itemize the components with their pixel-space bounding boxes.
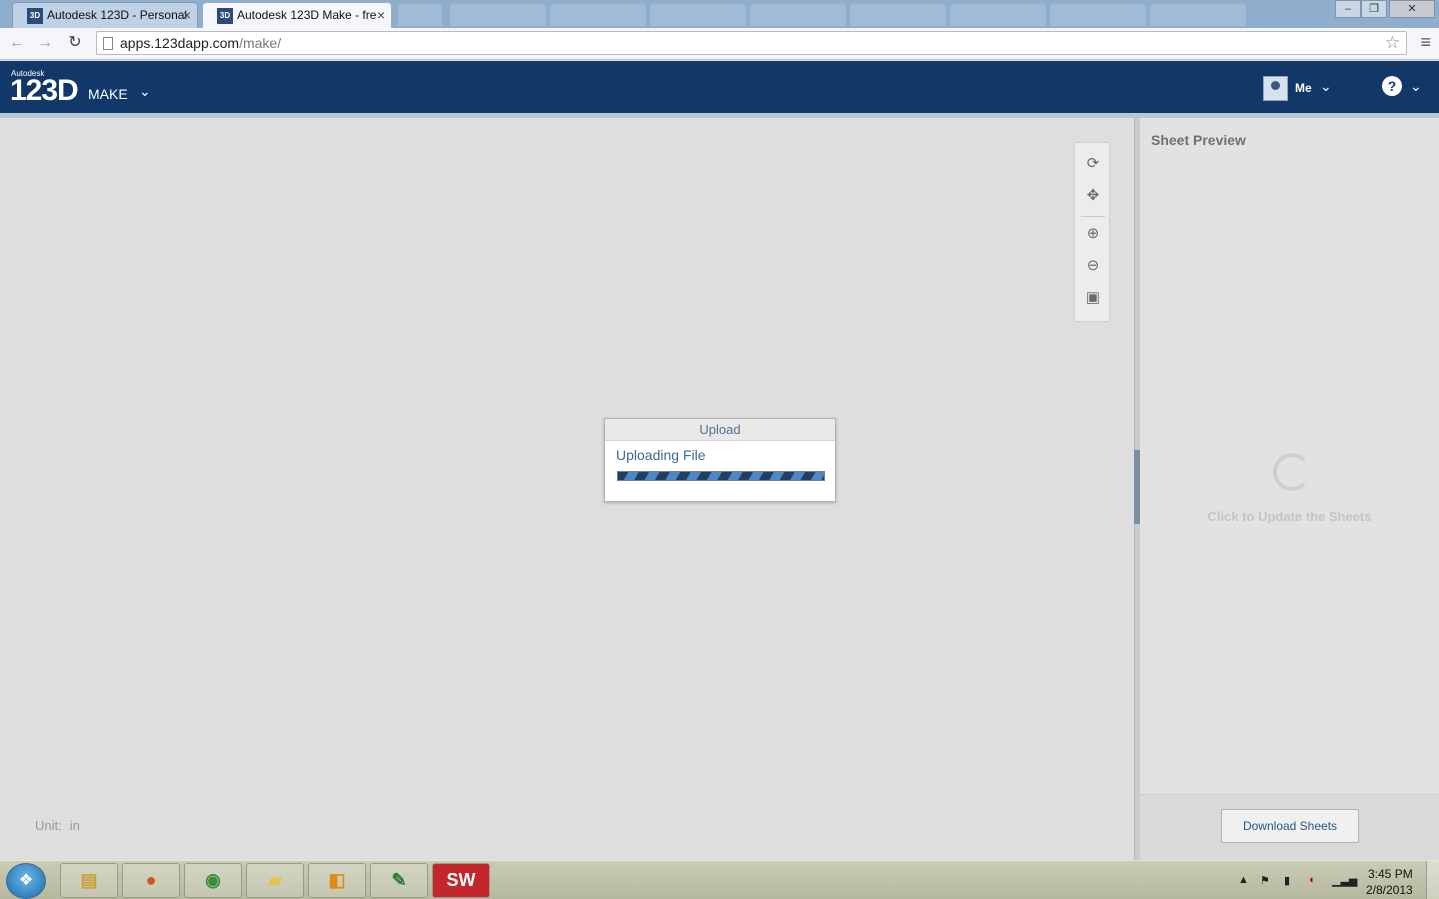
product-menu-chevron-icon[interactable]: ⌄ xyxy=(139,83,151,100)
new-tab-button[interactable] xyxy=(398,4,442,26)
browser-toolbar: ← → ↻ apps.123dapp.com/make/ ☆ ≡ xyxy=(0,28,1439,60)
network-signal-icon[interactable]: ▁▃▅ xyxy=(1332,874,1357,887)
background-tab[interactable] xyxy=(450,4,546,26)
browser-menu-icon[interactable]: ≡ xyxy=(1420,32,1431,53)
tab-autodesk-personal[interactable]: 3D Autodesk 123D - Personal × xyxy=(12,2,198,28)
zoom-in-icon[interactable]: ⊕ xyxy=(1082,223,1104,245)
upload-status-text: Uploading File xyxy=(616,447,706,463)
bookmark-star-icon[interactable]: ☆ xyxy=(1385,33,1400,53)
orbit-icon[interactable]: ⟳ xyxy=(1082,153,1104,175)
background-tab[interactable] xyxy=(850,4,946,26)
user-avatar[interactable] xyxy=(1263,76,1288,101)
sheet-panel-footer: Download Sheets xyxy=(1140,794,1439,860)
volume-muted-icon[interactable]: ◖ xyxy=(1308,874,1315,886)
minimize-window-icon[interactable]: – xyxy=(1335,0,1361,18)
model-canvas[interactable]: ⟳ ✥ ⊕ ⊖ ▣ Upload Uploading File Unit: in xyxy=(0,118,1134,860)
tab-autodesk-make[interactable]: 3D Autodesk 123D Make - fre × xyxy=(202,2,392,28)
show-desktop-button[interactable] xyxy=(1426,861,1439,899)
forward-arrow-icon[interactable]: → xyxy=(34,32,56,54)
windows-taskbar: ❖ ▤ ● ◉ ▰ ◧ ✎ SW ▲ ⚑ ▮ ◖ ▁▃▅ 3:45 PM 2/8… xyxy=(0,860,1439,899)
background-tab[interactable] xyxy=(950,4,1046,26)
brand-123d-logo[interactable]: 123D xyxy=(10,74,79,108)
dialog-title: Upload xyxy=(605,419,835,441)
sheet-preview-panel: Sheet Preview Click to Update the Sheets xyxy=(1140,118,1439,794)
unit-indicator: Unit: in xyxy=(35,818,80,833)
url-text: apps.123dapp.com/make/ xyxy=(120,35,282,51)
toolbar-divider xyxy=(1081,216,1105,217)
page-icon xyxy=(103,37,113,50)
clock-time[interactable]: 3:45 PM xyxy=(1368,867,1413,881)
background-tab[interactable] xyxy=(1150,4,1246,26)
action-center-flag-icon[interactable]: ⚑ xyxy=(1260,874,1270,887)
tray-expand-icon[interactable]: ▲ xyxy=(1238,874,1249,886)
clock-date[interactable]: 2/8/2013 xyxy=(1366,883,1413,897)
back-arrow-icon[interactable]: ← xyxy=(6,32,28,54)
unit-label: Unit: xyxy=(35,818,62,833)
background-tab[interactable] xyxy=(650,4,746,26)
folder-icon[interactable]: ▰ xyxy=(246,863,304,898)
url-input[interactable]: apps.123dapp.com/make/ ☆ xyxy=(96,31,1407,55)
refresh-icon[interactable] xyxy=(1273,453,1311,491)
sheet-preview-title: Sheet Preview xyxy=(1151,132,1246,148)
upload-progress-bar xyxy=(617,471,825,481)
background-tab[interactable] xyxy=(550,4,646,26)
product-name[interactable]: MAKE xyxy=(88,86,128,102)
editor-icon[interactable]: ✎ xyxy=(370,863,428,898)
user-menu-chevron-icon[interactable]: ⌄ xyxy=(1320,78,1332,95)
explorer-icon[interactable]: ▤ xyxy=(60,863,118,898)
help-icon[interactable]: ? xyxy=(1382,76,1402,96)
app-header: Autodesk 123D MAKE ⌄ Me ⌄ ? ⌄ xyxy=(0,61,1439,113)
help-menu-chevron-icon[interactable]: ⌄ xyxy=(1410,78,1422,95)
fit-view-icon[interactable]: ▣ xyxy=(1082,287,1104,309)
tab-title: Autodesk 123D Make - fre xyxy=(237,8,377,22)
autodesk-favicon: 3D xyxy=(217,8,233,24)
download-sheets-button[interactable]: Download Sheets xyxy=(1221,809,1359,843)
outlook-icon[interactable]: ◧ xyxy=(308,863,366,898)
firefox-icon[interactable]: ● xyxy=(122,863,180,898)
background-tab[interactable] xyxy=(750,4,846,26)
windows-start-button[interactable]: ❖ xyxy=(6,863,46,899)
solidworks-icon[interactable]: SW xyxy=(432,863,490,898)
browser-tab-strip: 3D Autodesk 123D - Personal × 3D Autodes… xyxy=(0,0,1439,28)
zoom-out-icon[interactable]: ⊖ xyxy=(1082,255,1104,277)
restore-window-icon[interactable]: ❐ xyxy=(1361,0,1387,18)
upload-dialog: Upload Uploading File xyxy=(604,418,836,502)
view-toolbar: ⟳ ✥ ⊕ ⊖ ▣ xyxy=(1074,142,1110,322)
unit-value[interactable]: in xyxy=(70,818,80,833)
reload-icon[interactable]: ↻ xyxy=(64,32,86,54)
autodesk-favicon: 3D xyxy=(27,8,43,24)
user-menu-label[interactable]: Me xyxy=(1295,81,1312,95)
power-icon[interactable]: ▮ xyxy=(1284,874,1290,887)
tab-title: Autodesk 123D - Personal xyxy=(47,8,188,22)
close-window-icon[interactable]: ✕ xyxy=(1389,0,1435,18)
background-tab[interactable] xyxy=(1050,4,1146,26)
close-tab-icon[interactable]: × xyxy=(377,3,385,27)
close-tab-icon[interactable]: × xyxy=(183,3,191,27)
chrome-icon[interactable]: ◉ xyxy=(184,863,242,898)
pan-icon[interactable]: ✥ xyxy=(1082,185,1104,207)
update-sheets-link[interactable]: Click to Update the Sheets xyxy=(1140,509,1439,524)
